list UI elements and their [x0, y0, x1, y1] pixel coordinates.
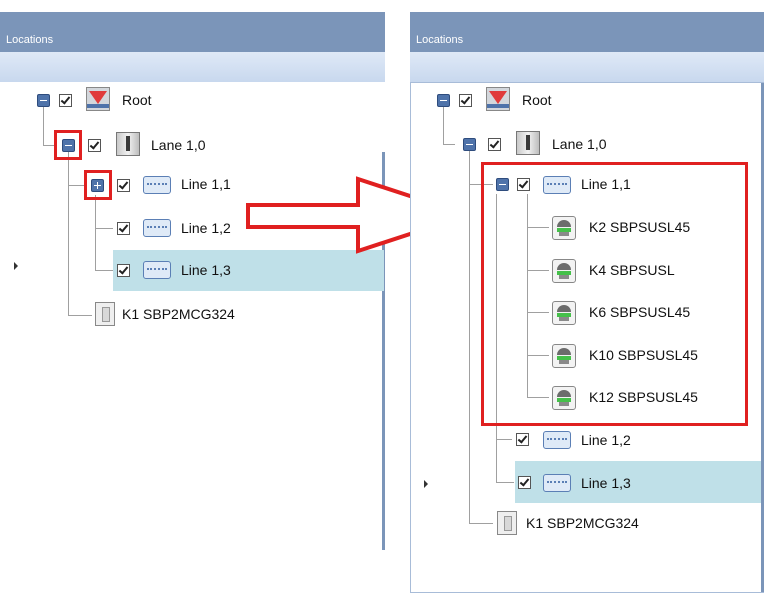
root-icon [86, 87, 110, 111]
highlight-box-lane-expander [54, 130, 82, 160]
right-tree-line [469, 523, 493, 524]
left-toolbar-strip [0, 52, 385, 83]
right-tree-line [443, 106, 444, 144]
line-icon [543, 474, 571, 492]
checkbox-icon[interactable] [88, 139, 101, 152]
controller-icon [95, 302, 115, 326]
highlight-box-line-expander [84, 170, 112, 200]
checkbox-icon[interactable] [516, 433, 529, 446]
left-panel-title: Locations [6, 34, 54, 46]
line-icon [143, 261, 171, 279]
left-tree-line [95, 195, 96, 270]
checkbox-icon[interactable] [59, 94, 72, 107]
checkbox-icon[interactable] [488, 138, 501, 151]
tree-label-line-1-3[interactable]: Line 1,3 [581, 475, 631, 491]
tree-label-line-1-3[interactable]: Line 1,3 [181, 262, 231, 278]
collapse-icon[interactable] [37, 94, 50, 107]
tree-label-line-1-2[interactable]: Line 1,2 [181, 220, 231, 236]
tree-label-controller[interactable]: K1 SBP2MCG324 [526, 515, 639, 531]
line-icon [143, 176, 171, 194]
right-panel-title: Locations [416, 34, 464, 46]
tree-label-line-1-2[interactable]: Line 1,2 [581, 432, 631, 448]
tree-label-lane[interactable]: Lane 1,0 [552, 136, 607, 152]
tree-label-lane[interactable]: Lane 1,0 [151, 137, 206, 153]
lane-icon [516, 131, 540, 155]
highlight-box-expanded-line [481, 162, 748, 426]
collapse-icon[interactable] [463, 138, 476, 151]
right-toolbar-strip [410, 52, 764, 83]
right-tree-line [496, 482, 514, 483]
left-tree-line [95, 228, 113, 229]
right-title-bar: Locations [410, 12, 764, 52]
left-tree-line [95, 270, 113, 271]
right-splitter-marker[interactable] [424, 480, 428, 488]
tree-label-line-1-1[interactable]: Line 1,1 [181, 176, 231, 192]
left-tree-line [43, 107, 44, 145]
right-tree-line [443, 144, 455, 145]
left-title-bar: Locations [0, 12, 385, 52]
collapse-icon[interactable] [437, 94, 450, 107]
checkbox-icon[interactable] [459, 94, 472, 107]
left-tree-line [68, 185, 84, 186]
lane-icon [116, 132, 140, 156]
right-tree-line [469, 151, 470, 523]
left-splitter-marker[interactable] [14, 262, 18, 270]
checkbox-icon[interactable] [117, 264, 130, 277]
line-icon [543, 431, 571, 449]
left-tree-line [68, 152, 69, 315]
root-icon [486, 87, 510, 111]
right-tree-line [496, 439, 512, 440]
checkbox-icon[interactable] [518, 476, 531, 489]
checkbox-icon[interactable] [117, 222, 130, 235]
tree-label-root[interactable]: Root [122, 92, 152, 108]
left-tree-line [68, 315, 92, 316]
checkbox-icon[interactable] [117, 179, 130, 192]
controller-icon [497, 511, 517, 535]
line-icon [143, 219, 171, 237]
tree-label-root[interactable]: Root [522, 92, 552, 108]
tree-label-controller[interactable]: K1 SBP2MCG324 [122, 306, 235, 322]
